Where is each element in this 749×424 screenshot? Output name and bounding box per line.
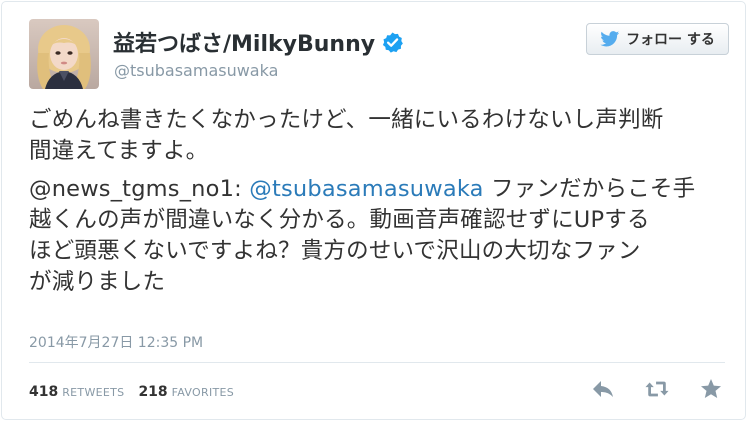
follow-button[interactable]: フォロー する bbox=[586, 23, 729, 55]
tweet-line: 間違えてますよ。 bbox=[29, 138, 209, 164]
quoted-text: @news_tgms_no1: @tsubasamasuwaka ファンだからこ… bbox=[29, 174, 729, 205]
quoted-line: 越くんの声が間違いなく分かる。動画音声確認せずにUPする bbox=[29, 207, 650, 233]
tweet-card: 益若つばさ/MilkyBunny @tsubasamasuwaka フォロー す… bbox=[1, 1, 746, 420]
user-name-line[interactable]: 益若つばさ/MilkyBunny bbox=[113, 24, 404, 60]
retweets-stat[interactable]: 418 RETWEETS bbox=[29, 384, 124, 400]
tweet-text: ごめんね書きたくなかったけど、一緒にいるわけないし声判断 間違えてますよ。 @n… bbox=[29, 105, 729, 298]
quoted-text-rest: ファンだからこそ手 bbox=[483, 176, 696, 202]
retweets-label: RETWEETS bbox=[62, 386, 125, 399]
mention-link[interactable]: @tsubasamasuwaka bbox=[249, 176, 483, 202]
favorites-stat[interactable]: 218 FAVORITES bbox=[138, 384, 234, 400]
tweet-actions bbox=[591, 378, 723, 400]
retweet-icon[interactable] bbox=[645, 378, 669, 400]
screen-name[interactable]: @tsubasamasuwaka bbox=[114, 61, 278, 80]
favorite-icon[interactable] bbox=[699, 378, 723, 400]
divider bbox=[29, 362, 725, 363]
display-name[interactable]: 益若つばさ/MilkyBunny bbox=[113, 26, 375, 58]
retweets-count: 418 bbox=[29, 384, 59, 400]
quoted-line: ほど頭悪くないですよね？貴方のせいで沢山の大切なファン bbox=[29, 238, 641, 264]
verified-badge-icon bbox=[382, 31, 403, 53]
tweet-stats: 418 RETWEETS 218 FAVORITES bbox=[29, 384, 234, 400]
twitter-bird-icon bbox=[600, 31, 620, 47]
favorites-count: 218 bbox=[138, 384, 168, 400]
quoted-line: が減りました bbox=[29, 269, 166, 295]
avatar[interactable] bbox=[29, 19, 99, 89]
follow-button-label: フォロー する bbox=[626, 32, 715, 48]
reply-icon[interactable] bbox=[591, 378, 615, 400]
favorites-label: FAVORITES bbox=[171, 386, 235, 399]
tweet-line: ごめんね書きたくなかったけど、一緒にいるわけないし声判断 bbox=[29, 107, 664, 133]
user-avatar-image bbox=[29, 19, 99, 89]
tweet-timestamp[interactable]: 2014年7月27日 12:35 PM bbox=[29, 332, 203, 352]
quoted-mention-prefix: @news_tgms_no1: bbox=[29, 176, 250, 202]
